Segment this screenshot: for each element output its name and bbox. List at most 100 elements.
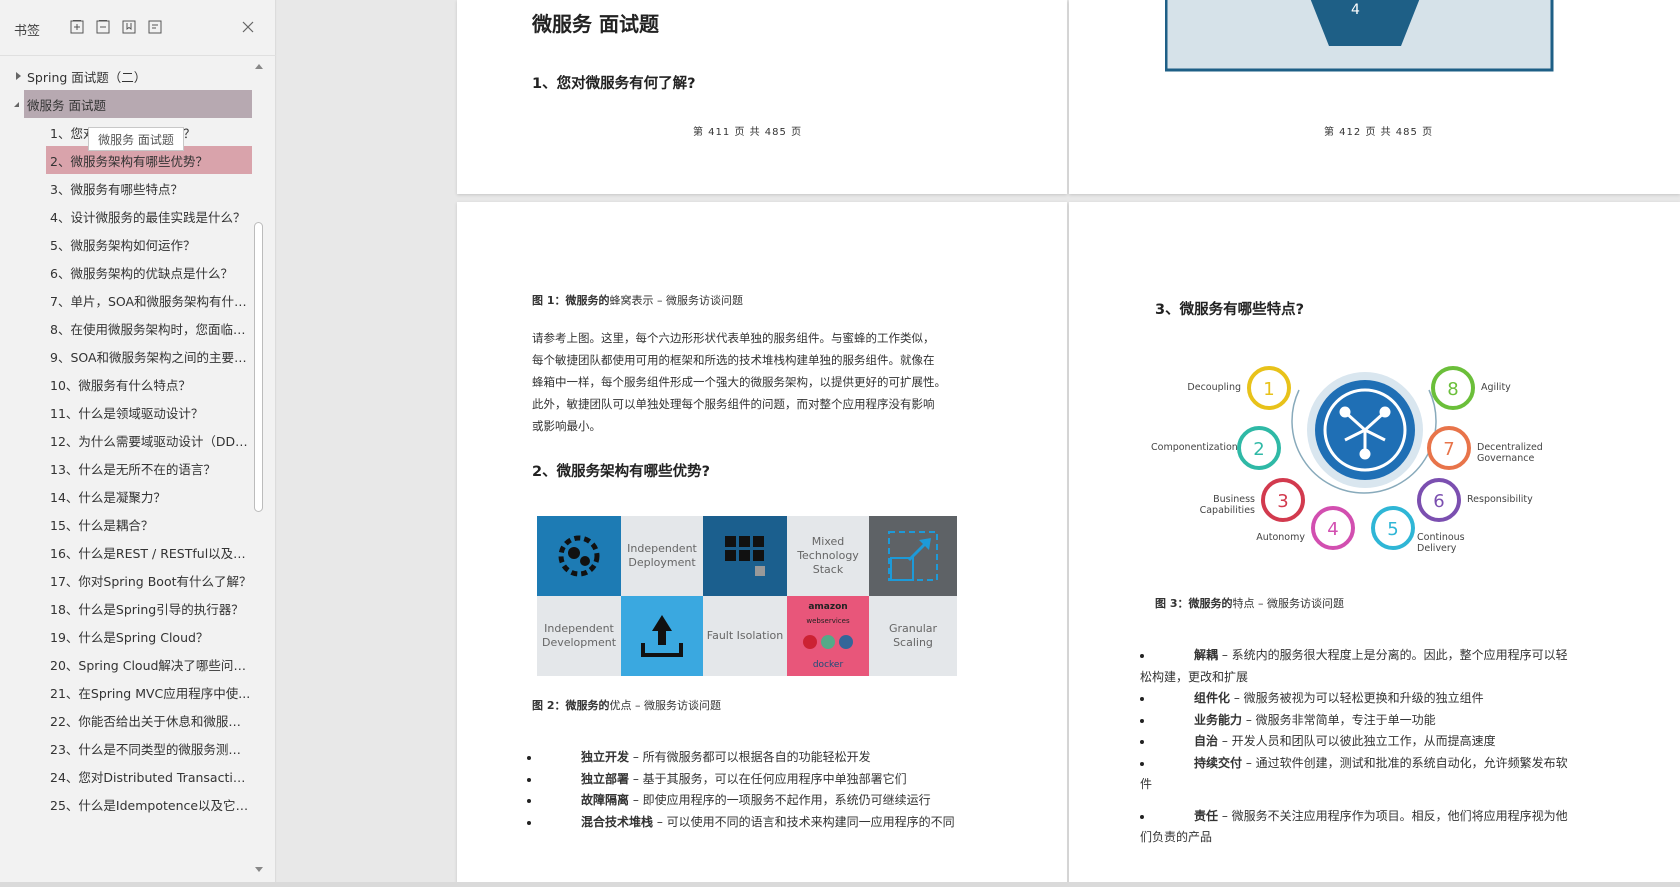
bookmark-item[interactable]: 22、你能否给出关于休息和微服务...	[46, 706, 252, 734]
page-number: 第 412 页 共 485 页	[1324, 127, 1434, 138]
list-item: 持续交付 – 通过软件创建，测试和批准的系统自动化，允许频繁发布软	[1140, 753, 1639, 775]
bookmark-label: 微服务 面试题	[27, 97, 106, 113]
bookmark-item[interactable]: 8、在使用微服务架构时，您面临哪...	[46, 314, 252, 342]
bookmark-item[interactable]: 21、在Spring MVC应用程序中使...	[46, 678, 252, 706]
page-412: 4 第 412 页 共 485 页	[1069, 0, 1680, 194]
collapse-all-icon[interactable]	[94, 18, 112, 36]
feature-label: Responsibility	[1467, 494, 1533, 505]
feature-number: 8	[1447, 379, 1458, 400]
feature-label: Business Capabilities	[1199, 494, 1255, 516]
bookmark-label: 17、你对Spring Boot有什么了解？	[50, 573, 252, 589]
bookmark-item[interactable]: 7、单片，SOA和微服务架构有什么...	[46, 286, 252, 314]
bookmark-label: 4、设计微服务的最佳实践是什么？	[50, 209, 246, 225]
bookmark-scrollbar[interactable]	[252, 62, 266, 876]
bookmark-item[interactable]: 19、什么是Spring Cloud？	[46, 622, 252, 650]
tile-mixed-technology-stack: Mixed Technology Stack	[787, 516, 869, 596]
bookmark-item[interactable]: 13、什么是无所不在的语言？	[46, 454, 252, 482]
feature-label: Decoupling	[1187, 382, 1241, 393]
bookmark-item[interactable]: 15、什么是耦合？	[46, 510, 252, 538]
language-logos-icon	[803, 635, 853, 649]
section-heading: 1、您对微服务有何了解?	[532, 76, 696, 92]
bookmark-item[interactable]: 14、什么是凝聚力？	[46, 482, 252, 510]
gears-icon	[537, 516, 621, 596]
feature-label: Continous Delivery	[1417, 532, 1465, 554]
list-item-continuation: 们负责的产品	[1140, 830, 1213, 844]
bookmark-label: 15、什么是耦合？	[50, 517, 154, 533]
figure-1-caption: 图 1：微服务的蜂窝表示 – 微服务访谈问题	[532, 294, 743, 307]
expand-all-icon[interactable]	[68, 18, 86, 36]
bookmark-group[interactable]: Spring 面试题（二）	[24, 62, 252, 90]
bookmark-item[interactable]: 20、Spring Cloud解决了哪些问题？	[46, 650, 252, 678]
section-heading: 2、微服务架构有哪些优势?	[532, 464, 710, 480]
bookmark-label: 13、什么是无所不在的语言？	[50, 461, 216, 477]
list-item: 自治 – 开发人员和团队可以彼此独立工作，从而提高速度	[1140, 731, 1639, 753]
scale-arrow-icon	[869, 516, 957, 596]
bookmark-item[interactable]: 23、什么是不同类型的微服务测试？	[46, 734, 252, 762]
bookmark-item[interactable]: 11、什么是领域驱动设计？	[46, 398, 252, 426]
tile-fault-isolation: Fault Isolation	[703, 596, 787, 676]
close-icon[interactable]	[239, 18, 257, 36]
bookmark-panel-header: 书签	[0, 0, 276, 56]
list-item: 故障隔离 – 即使应用程序的一项服务不起作用，系统仍可继续运行	[527, 790, 1021, 812]
upload-icon	[621, 596, 703, 676]
hexagon-label: 4	[1351, 2, 1360, 18]
bookmark-group[interactable]: 微服务 面试题	[24, 90, 252, 118]
bookmark-item[interactable]: 9、SOA和微服务架构之间的主要区...	[46, 342, 252, 370]
bookmark-item[interactable]: 16、什么是REST / RESTful以及它...	[46, 538, 252, 566]
feature-number: 1	[1263, 379, 1274, 400]
feature-number: 5	[1387, 519, 1398, 540]
hexagon-figure	[1165, 0, 1554, 72]
feature-number: 6	[1433, 491, 1444, 512]
bookmark-label: 3、微服务有哪些特点？	[50, 181, 183, 197]
benefits-list: 独立开发 – 所有微服务都可以根据各自的功能轻松开发 独立部署 – 基于其服务，…	[527, 747, 1021, 834]
add-bookmark-icon[interactable]	[120, 18, 138, 36]
bookmark-item[interactable]: 25、什么是Idempotence以及它在...	[46, 790, 252, 818]
page-411: 微服务 面试题 1、您对微服务有何了解? 第 411 页 共 485 页	[457, 0, 1067, 194]
bookmark-label: 18、什么是Spring引导的执行器？	[50, 601, 244, 617]
bookmark-label: Spring 面试题（二）	[27, 69, 147, 85]
bookmark-label: 2、微服务架构有哪些优势？	[50, 153, 208, 169]
features-list: 解耦 – 系统内的服务很大程度上是分离的。因此，整个应用程序可以轻 松构建，更改…	[1140, 645, 1639, 849]
bookmark-label: 11、什么是领域驱动设计？	[50, 405, 204, 421]
bookmark-label: 20、Spring Cloud解决了哪些问题？	[50, 657, 252, 673]
status-strip	[0, 882, 1680, 887]
bookmark-settings-icon[interactable]	[146, 18, 164, 36]
grid-icon	[703, 516, 787, 596]
bookmark-item[interactable]: 24、您对Distributed Transaction...	[46, 762, 252, 790]
bookmark-label: 14、什么是凝聚力？	[50, 489, 166, 505]
document-view[interactable]: 微服务 面试题 1、您对微服务有何了解? 第 411 页 共 485 页 4 第…	[277, 0, 1680, 887]
section-heading: 3、微服务有哪些特点?	[1155, 302, 1304, 318]
bookmark-label: 21、在Spring MVC应用程序中使...	[50, 685, 251, 701]
feature-number: 2	[1253, 439, 1264, 460]
tile-independent-deployment: Independent Deployment	[621, 516, 703, 596]
list-item: 独立部署 – 基于其服务，可以在任何应用程序中单独部署它们	[527, 769, 1021, 791]
bookmark-item[interactable]: 17、你对Spring Boot有什么了解？	[46, 566, 252, 594]
bookmark-label: 23、什么是不同类型的微服务测试？	[50, 741, 252, 757]
list-item: 混合技术堆栈 – 可以使用不同的语言和技术来构建同一应用程序的不同	[527, 812, 1021, 834]
bookmark-label: 12、为什么需要域驱动设计（DDD...	[50, 433, 252, 449]
bookmark-panel: 书签 Spring 面试题（二）微服务 面试题1、您对微服务有何了解？2、微服务…	[0, 0, 276, 887]
docker-logo: docker	[812, 660, 844, 670]
list-item-continuation: 松构建，更改和扩展	[1140, 669, 1249, 684]
feature-label: Autonomy	[1256, 532, 1305, 543]
scroll-up-arrow-icon[interactable]	[255, 64, 263, 69]
page-title: 微服务 面试题	[532, 12, 659, 36]
collapsed-arrow-icon[interactable]	[16, 72, 21, 80]
bookmark-item[interactable]: 18、什么是Spring引导的执行器？	[46, 594, 252, 622]
expanded-arrow-icon[interactable]	[14, 102, 19, 107]
scroll-down-arrow-icon[interactable]	[255, 867, 263, 872]
bookmark-item[interactable]: 6、微服务架构的优缺点是什么？	[46, 258, 252, 286]
bookmark-item[interactable]: 4、设计微服务的最佳实践是什么？	[46, 202, 252, 230]
list-item-continuation: 件	[1140, 777, 1153, 791]
bookmark-item[interactable]: 3、微服务有哪些特点？	[46, 174, 252, 202]
page-number: 第 411 页 共 485 页	[693, 127, 803, 138]
bookmark-tree: Spring 面试题（二）微服务 面试题1、您对微服务有何了解？2、微服务架构有…	[0, 62, 252, 877]
bookmark-item[interactable]: 5、微服务架构如何运作？	[46, 230, 252, 258]
bookmark-label: 9、SOA和微服务架构之间的主要区...	[50, 349, 252, 365]
feature-label: Decentralized Governance	[1477, 442, 1543, 464]
bookmark-label: 24、您对Distributed Transaction...	[50, 769, 252, 785]
bookmark-item[interactable]: 12、为什么需要域驱动设计（DDD...	[46, 426, 252, 454]
bookmark-label: 10、微服务有什么特点？	[50, 377, 191, 393]
scrollbar-thumb[interactable]	[254, 222, 263, 512]
bookmark-item[interactable]: 10、微服务有什么特点？	[46, 370, 252, 398]
